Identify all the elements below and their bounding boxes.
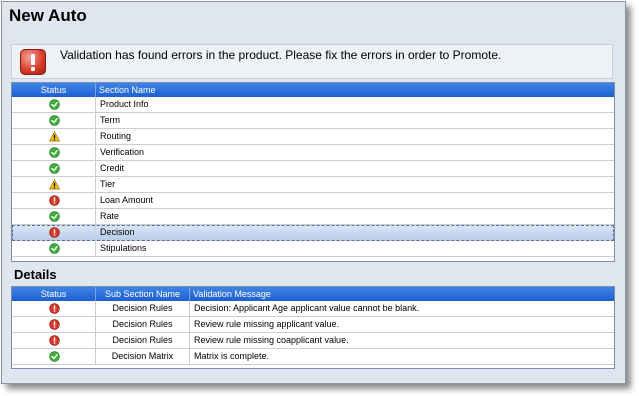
error-icon — [49, 319, 60, 330]
validation-alert: Validation has found errors in the produ… — [11, 44, 613, 79]
status-cell — [12, 209, 96, 224]
check-icon — [49, 351, 60, 362]
details-grid: Status Sub Section Name Validation Messa… — [11, 286, 615, 369]
details-row[interactable]: Decision Rules Review rule missing applic… — [12, 317, 614, 333]
section-row-decision[interactable]: Decision — [12, 225, 614, 241]
section-name-cell: Product Info — [100, 99, 149, 109]
section-name-cell: Stipulations — [100, 243, 147, 253]
validation-message-cell: Decision: Applicant Age applicant value … — [194, 303, 420, 313]
section-row-verification[interactable]: Verification — [12, 145, 614, 161]
error-icon — [49, 227, 60, 238]
section-name-cell: Term — [100, 115, 120, 125]
column-header-section-name[interactable]: Section Name — [96, 83, 614, 97]
section-name-cell: Credit — [100, 163, 125, 173]
error-icon — [49, 335, 60, 346]
section-row-stipulations[interactable]: Stipulations — [12, 241, 614, 257]
status-cell — [12, 113, 96, 128]
validation-message-cell: Matrix is complete. — [194, 351, 270, 361]
warning-icon — [49, 131, 60, 142]
section-row-credit[interactable]: Credit — [12, 161, 614, 177]
check-icon — [49, 99, 60, 110]
sub-section-name-cell: Decision Matrix — [96, 349, 190, 364]
status-cell — [12, 349, 96, 364]
sub-section-name-cell: Decision Rules — [96, 333, 190, 348]
new-auto-window: New Auto Validation has found errors in … — [1, 1, 626, 384]
section-row-routing[interactable]: Routing — [12, 129, 614, 145]
column-header-sub-section-name[interactable]: Sub Section Name — [96, 287, 190, 301]
status-cell — [12, 333, 96, 348]
status-cell — [12, 317, 96, 332]
section-name-cell: Loan Amount — [100, 195, 154, 205]
section-name-cell: Verification — [100, 147, 145, 157]
alert-message: Validation has found errors in the produ… — [60, 48, 502, 62]
details-grid-body: Decision Rules Decision: Applicant Age ap… — [12, 301, 614, 365]
status-cell — [12, 129, 96, 144]
section-row-loan-amount[interactable]: Loan Amount — [12, 193, 614, 209]
sub-section-name-cell: Decision Rules — [96, 301, 190, 316]
section-row-tier[interactable]: Tier — [12, 177, 614, 193]
section-name-cell: Tier — [100, 179, 116, 189]
sections-grid-header: Status Section Name — [12, 83, 614, 97]
check-icon — [49, 163, 60, 174]
status-cell — [12, 97, 96, 112]
status-cell — [12, 161, 96, 176]
sub-section-name-cell: Decision Rules — [96, 317, 190, 332]
error-icon — [20, 49, 46, 75]
status-cell — [12, 225, 96, 240]
details-grid-header: Status Sub Section Name Validation Messa… — [12, 287, 614, 301]
error-icon — [49, 195, 60, 206]
details-row[interactable]: Decision Rules Decision: Applicant Age ap… — [12, 301, 614, 317]
check-icon — [49, 211, 60, 222]
details-row[interactable]: Decision Rules Review rule missing coappl… — [12, 333, 614, 349]
section-row-product-info[interactable]: Product Info — [12, 97, 614, 113]
check-icon — [49, 115, 60, 126]
status-cell — [12, 301, 96, 316]
section-row-rate[interactable]: Rate — [12, 209, 614, 225]
check-icon — [49, 147, 60, 158]
section-name-cell: Routing — [100, 131, 132, 141]
status-cell — [12, 145, 96, 160]
status-cell — [12, 177, 96, 192]
status-cell — [12, 241, 96, 256]
window-title: New Auto — [9, 6, 87, 25]
column-header-validation-message[interactable]: Validation Message — [190, 287, 614, 301]
section-name-cell: Rate — [100, 211, 120, 221]
details-heading: Details — [14, 267, 57, 282]
sections-grid: Status Section Name Product Info Term Rout… — [11, 82, 615, 262]
section-name-cell: Decision — [100, 227, 135, 237]
validation-message-cell: Review rule missing applicant value. — [194, 319, 340, 329]
check-icon — [49, 243, 60, 254]
status-cell — [12, 193, 96, 208]
column-header-status[interactable]: Status — [12, 287, 96, 301]
validation-message-cell: Review rule missing coapplicant value. — [194, 335, 349, 345]
details-row[interactable]: Decision Matrix Matrix is complete. — [12, 349, 614, 365]
sections-grid-body: Product Info Term Routing Verification Credi… — [12, 97, 614, 257]
warning-icon — [49, 179, 60, 190]
column-header-status[interactable]: Status — [12, 83, 96, 97]
section-row-term[interactable]: Term — [12, 113, 614, 129]
error-icon — [49, 303, 60, 314]
